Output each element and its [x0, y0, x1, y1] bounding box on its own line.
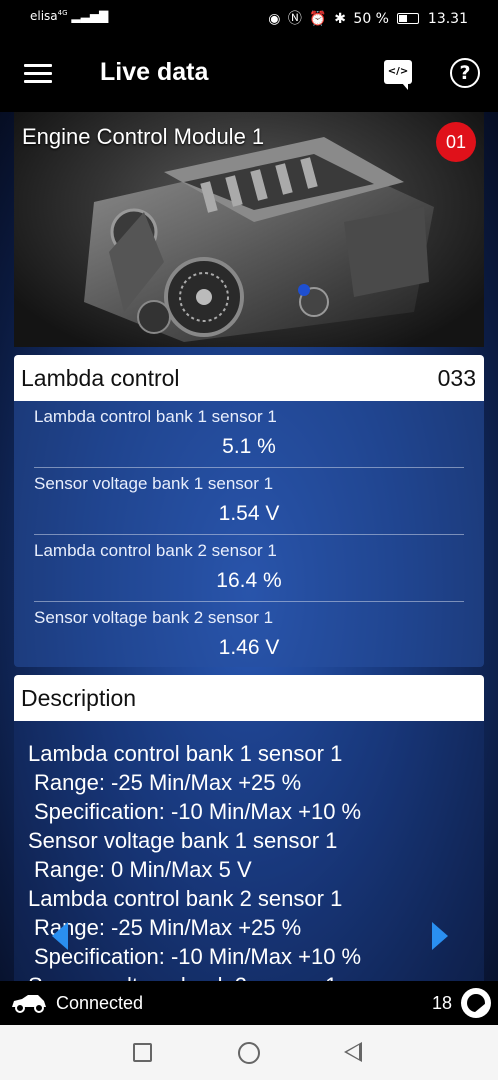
- description-header: Description: [14, 675, 484, 721]
- measurement-label: Lambda control bank 2 sensor 1: [34, 541, 277, 560]
- recent-apps-icon[interactable]: [133, 1043, 152, 1062]
- content-area: Engine Control Module 1 01 Lambda contro…: [0, 112, 498, 981]
- measurement-item[interactable]: Sensor voltage bank 1 sensor 1 1.54 V: [34, 468, 464, 535]
- network-type: 4G: [57, 9, 68, 17]
- measurement-group: Lambda control 033 Lambda control bank 1…: [14, 355, 484, 667]
- next-group-arrow-icon[interactable]: [432, 922, 448, 950]
- obd-adapter-icon[interactable]: [461, 988, 491, 1018]
- measurement-label: Sensor voltage bank 2 sensor 1: [34, 608, 274, 627]
- description-line: Sensor voltage bank 1 sensor 1: [28, 828, 338, 853]
- nfc-icon: Ⓝ: [287, 11, 302, 27]
- description-title: Description: [21, 685, 137, 711]
- signal-icon: ▂▃▅▇: [71, 9, 109, 23]
- description-line: Specification: -10 Min/Max +10 %: [34, 799, 362, 824]
- battery-percent: 50 %: [353, 11, 389, 27]
- description-body[interactable]: Lambda control bank 1 sensor 1 Range: -2…: [14, 721, 484, 981]
- previous-group-arrow-icon[interactable]: [52, 922, 68, 950]
- system-status: ◉ Ⓝ ⏰ ✱ 50 % 13.31: [268, 8, 468, 28]
- measurement-item[interactable]: Sensor voltage bank 2 sensor 1 1.46 V: [34, 602, 464, 667]
- measurement-value: 1.46 V: [218, 636, 280, 659]
- eye-comfort-icon: ◉: [268, 11, 281, 27]
- description-line: Sensor voltage bank 2 sensor 1: [28, 973, 337, 981]
- description-line: Specification: -10 Min/Max +10 %: [34, 944, 362, 969]
- battery-icon: [397, 13, 420, 24]
- code-view-icon[interactable]: </>: [384, 60, 412, 90]
- measurement-item[interactable]: Lambda control bank 1 sensor 1 5.1 %: [34, 401, 464, 468]
- clock: 13.31: [427, 11, 468, 27]
- module-name: Engine Control Module 1: [22, 124, 265, 149]
- description-line: Lambda control bank 1 sensor 1: [28, 741, 343, 766]
- group-number: 033: [437, 365, 476, 391]
- hamburger-menu-icon[interactable]: [24, 64, 52, 84]
- description-line: Range: -25 Min/Max +25 %: [34, 770, 302, 795]
- page-title: Live data: [100, 58, 209, 86]
- measurement-label: Sensor voltage bank 1 sensor 1: [34, 474, 274, 493]
- description-line: Range: -25 Min/Max +25 %: [34, 915, 302, 940]
- carrier-name: elisa: [30, 9, 58, 23]
- measurement-value: 1.54 V: [218, 502, 280, 525]
- connection-bar: Connected 18: [0, 981, 498, 1025]
- description-line: Range: 0 Min/Max 5 V: [34, 857, 252, 882]
- group-name: Lambda control: [21, 365, 180, 391]
- group-header[interactable]: Lambda control 033: [14, 355, 484, 401]
- connection-status: Connected: [56, 993, 144, 1013]
- car-icon: [12, 995, 46, 1013]
- status-bar: elisa4G ▂▃▅▇ ◉ Ⓝ ⏰ ✱ 50 % 13.31: [0, 0, 498, 36]
- carrier-info: elisa4G ▂▃▅▇: [30, 9, 108, 23]
- module-badge: 01: [436, 122, 476, 162]
- description-line: Lambda control bank 2 sensor 1: [28, 886, 343, 911]
- measurement-value: 5.1 %: [222, 435, 276, 458]
- help-icon[interactable]: ?: [450, 58, 480, 88]
- bluetooth-icon: ✱: [334, 11, 346, 27]
- app-bar: Live data </> ?: [0, 36, 498, 112]
- alarm-icon: ⏰: [309, 11, 327, 27]
- module-card[interactable]: Engine Control Module 1 01: [14, 112, 484, 347]
- back-icon[interactable]: [344, 1042, 362, 1062]
- group-count: 18: [432, 993, 453, 1013]
- measurement-label: Lambda control bank 1 sensor 1: [34, 407, 277, 426]
- home-icon[interactable]: [238, 1042, 260, 1064]
- measurement-value: 16.4 %: [216, 569, 282, 592]
- measurement-item[interactable]: Lambda control bank 2 sensor 1 16.4 %: [34, 535, 464, 602]
- system-navigation-bar: [0, 1025, 498, 1080]
